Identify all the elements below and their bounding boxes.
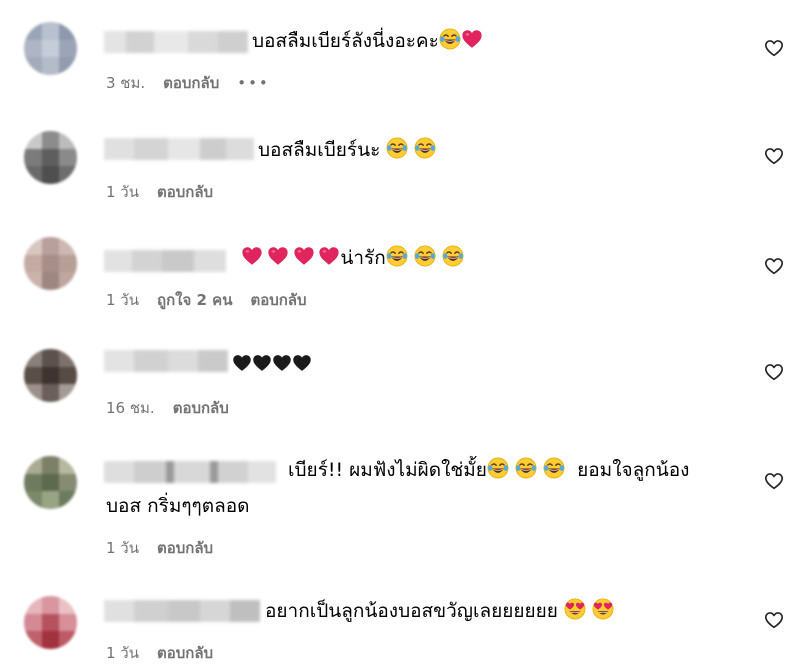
- comment-meta: 16 ชม. ตอบกลับ: [106, 396, 229, 420]
- username-blurred[interactable]: [104, 600, 260, 622]
- comment-meta: 3 ชม. ตอบกลับ •••: [106, 71, 270, 95]
- comment-text: น่ารัก: [241, 244, 464, 272]
- comment-text: อยากเป็นลูกน้องบอสขวัญเลยยยยยย: [265, 597, 614, 625]
- comment-meta: 1 วัน ถูกใจ 2 คน ตอบกลับ: [106, 288, 307, 312]
- red-heart-emoji: [461, 28, 483, 50]
- red-heart-emoji: [241, 245, 263, 267]
- username-blurred[interactable]: [104, 31, 248, 53]
- avatar[interactable]: [24, 131, 77, 184]
- laugh-cry-emoji: [515, 457, 537, 479]
- reply-button[interactable]: ตอบกลับ: [163, 71, 219, 95]
- red-heart-emoji: [293, 245, 315, 267]
- laugh-cry-emoji: [439, 28, 461, 50]
- like-heart-icon[interactable]: [764, 146, 784, 166]
- like-heart-icon[interactable]: [764, 362, 784, 382]
- like-heart-icon[interactable]: [764, 256, 784, 276]
- comment-time: 3 ชม.: [106, 74, 146, 92]
- like-count[interactable]: ถูกใจ 2 คน: [157, 288, 232, 312]
- comment-text: บอสลืมเบียร์ลังนี่งอะคะ: [252, 27, 483, 55]
- comment-time: 16 ชม.: [106, 399, 155, 417]
- laugh-cry-emoji: [386, 245, 408, 267]
- red-heart-emoji: [318, 245, 340, 267]
- red-heart-emoji: [267, 245, 289, 267]
- comment-text-content: น่ารัก: [340, 247, 386, 269]
- comment-text: บอสลืมเบียร์นะ: [258, 136, 436, 164]
- comment-text-content: บอส กริ่มๆๆตลอด: [106, 495, 250, 517]
- reply-button[interactable]: ตอบกลับ: [157, 180, 213, 204]
- username-blurred[interactable]: [104, 350, 228, 372]
- comment-time: 1 วัน: [106, 644, 139, 662]
- comment-text-line2: บอส กริ่มๆๆตลอด: [106, 492, 249, 520]
- laugh-cry-emoji: [414, 137, 436, 159]
- username-blurred[interactable]: [104, 138, 254, 160]
- laugh-cry-emoji: [386, 137, 408, 159]
- reply-button[interactable]: ตอบกลับ: [173, 396, 229, 420]
- like-heart-icon[interactable]: [764, 610, 784, 630]
- heart-eyes-emoji: [592, 598, 614, 620]
- black-heart-emoji: [232, 353, 252, 373]
- comment-meta: 1 วัน ตอบกลับ: [106, 641, 213, 665]
- comment-text-content: บอสลืมเบียร์นะ: [258, 139, 381, 161]
- comment-text: เบียร์!! ผมฟังไม่ผิดใช่มั้ย ยอมใจลูกน้อง: [288, 456, 689, 484]
- black-heart-emoji: [272, 353, 292, 373]
- reply-button[interactable]: ตอบกลับ: [157, 536, 213, 560]
- black-heart-emoji: [252, 353, 272, 373]
- username-blurred[interactable]: [104, 461, 276, 483]
- heart-eyes-emoji: [564, 598, 586, 620]
- more-options-icon[interactable]: •••: [237, 74, 270, 92]
- avatar[interactable]: [24, 456, 77, 509]
- laugh-cry-emoji: [414, 245, 436, 267]
- comment-text: [232, 350, 312, 378]
- comment-text-content: อยากเป็นลูกน้องบอสขวัญเลยยยยยย: [265, 600, 558, 622]
- black-heart-emoji: [292, 353, 312, 373]
- comment-time: 1 วัน: [106, 183, 139, 201]
- like-heart-icon[interactable]: [764, 471, 784, 491]
- avatar[interactable]: [24, 237, 77, 290]
- comment-meta: 1 วัน ตอบกลับ: [106, 536, 213, 560]
- username-blurred[interactable]: [104, 250, 226, 272]
- comment-text-content: เบียร์!! ผมฟังไม่ผิดใช่มั้ย: [288, 459, 487, 481]
- comment-meta: 1 วัน ตอบกลับ: [106, 180, 213, 204]
- comment-time: 1 วัน: [106, 291, 139, 309]
- laugh-cry-emoji: [543, 457, 565, 479]
- avatar[interactable]: [24, 596, 77, 649]
- like-heart-icon[interactable]: [764, 38, 784, 58]
- comment-time: 1 วัน: [106, 539, 139, 557]
- comment-text-content: บอสลืมเบียร์ลังนี่งอะคะ: [252, 30, 439, 52]
- laugh-cry-emoji: [442, 245, 464, 267]
- reply-button[interactable]: ตอบกลับ: [157, 641, 213, 665]
- reply-button[interactable]: ตอบกลับ: [250, 288, 306, 312]
- laugh-cry-emoji: [487, 457, 509, 479]
- avatar[interactable]: [24, 349, 77, 402]
- comment-text-content: ยอมใจลูกน้อง: [577, 459, 690, 481]
- avatar[interactable]: [24, 22, 77, 75]
